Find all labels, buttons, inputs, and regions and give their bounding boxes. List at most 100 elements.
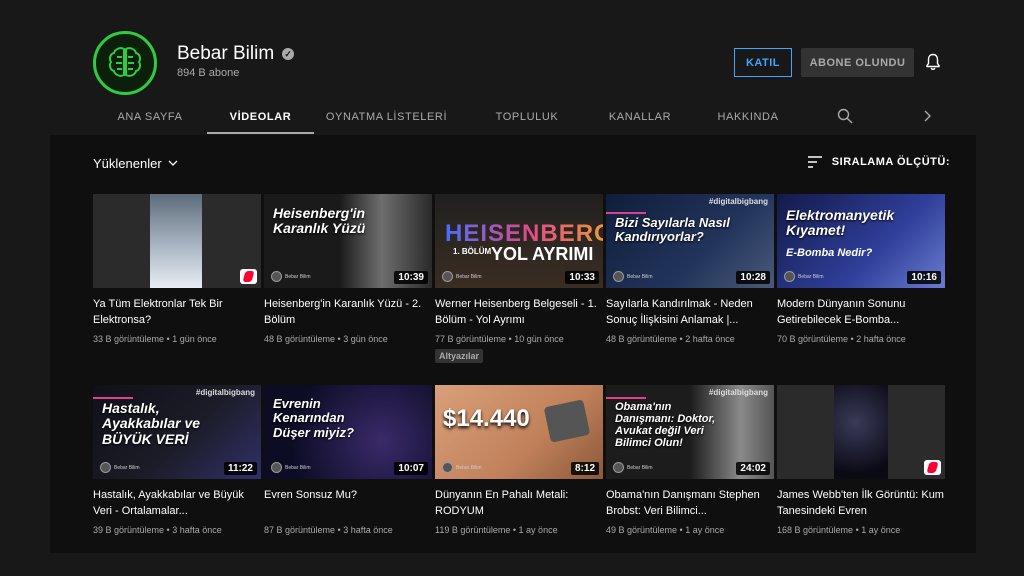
channel-avatar[interactable] bbox=[93, 31, 157, 95]
video-duration: 24:02 bbox=[736, 462, 770, 475]
video-thumbnail[interactable]: #digitalbigbang Hastalık, Ayakkabılar ve… bbox=[93, 385, 261, 479]
video-meta: 49 B görüntüleme • 1 ay önce bbox=[606, 525, 725, 535]
upload-age: 1 gün önce bbox=[172, 334, 217, 344]
video-meta: 119 B görüntüleme • 1 ay önce bbox=[435, 525, 558, 535]
channel-watermark: Bebar Bilim bbox=[784, 271, 824, 282]
video-title[interactable]: Sayılarla Kandırılmak - Neden Sonuç İliş… bbox=[606, 296, 774, 328]
video-duration: 10:28 bbox=[736, 271, 770, 284]
video-thumbnail[interactable]: Heisenberg'in Karanlık Yüzü Bebar Bilim … bbox=[264, 194, 432, 288]
tab-videos[interactable]: VİDEOLAR bbox=[207, 100, 314, 134]
sort-button[interactable]: SIRALAMA ÖLÇÜTÜ: bbox=[807, 156, 950, 168]
view-count: 77 B görüntüleme bbox=[435, 334, 507, 344]
filter-label: Yüklenenler bbox=[93, 156, 162, 171]
view-count: 119 B görüntüleme bbox=[435, 525, 511, 535]
video-card[interactable]: #digitalbigbang Hastalık, Ayakkabılar ve… bbox=[93, 385, 261, 535]
tab-home[interactable]: ANA SAYFA bbox=[93, 100, 207, 134]
thumbnail-text: Obama'nın Danışmanı: Doktor, Avukat deği… bbox=[615, 401, 716, 450]
upload-age: 1 ay önce bbox=[518, 525, 558, 535]
video-duration: 10:16 bbox=[907, 271, 941, 284]
video-title[interactable]: Heisenberg'in Karanlık Yüzü - 2. Bölüm bbox=[264, 296, 432, 328]
tab-about[interactable]: HAKKINDA bbox=[685, 100, 811, 134]
chevron-right-icon[interactable] bbox=[921, 109, 933, 123]
brain-icon bbox=[109, 47, 141, 77]
subscribed-button[interactable]: ABONE OLUNDU bbox=[801, 48, 914, 77]
video-title[interactable]: Werner Heisenberg Belgeseli - 1. Bölüm -… bbox=[435, 296, 603, 328]
tab-playlists[interactable]: OYNATMA LİSTELERİ bbox=[314, 100, 459, 134]
video-title[interactable]: Hastalık, Ayakkabılar ve Büyük Veri - Or… bbox=[93, 487, 261, 519]
video-card[interactable]: Evrenin Kenarından Düşer miyiz? Bebar Bi… bbox=[264, 385, 432, 535]
upload-age: 3 hafta önce bbox=[172, 525, 222, 535]
video-title[interactable]: Dünyanın En Pahalı Metali: RODYUM bbox=[435, 487, 603, 519]
video-thumbnail[interactable]: $14.440 Bebar Bilim 8:12 bbox=[435, 385, 603, 479]
channel-watermark: Bebar Bilim bbox=[271, 462, 311, 473]
video-card[interactable]: $14.440 Bebar Bilim 8:12 Dünyanın En Pah… bbox=[435, 385, 603, 535]
video-duration: 11:22 bbox=[223, 462, 257, 475]
view-count: 48 B görüntüleme bbox=[606, 334, 678, 344]
thumbnail-text: Bizi Sayılarla Nasıl Kandırıyorlar? bbox=[615, 215, 730, 245]
video-thumbnail[interactable]: Elektromanyetik Kıyamet! E-Bomba Nedir? … bbox=[777, 194, 945, 288]
channel-watermark: Bebar Bilim bbox=[442, 462, 482, 473]
thumbnail-subtext: YOL AYRIMI bbox=[491, 244, 594, 264]
video-thumbnail[interactable] bbox=[93, 194, 261, 288]
thumbnail-text: Elektromanyetik Kıyamet! bbox=[786, 207, 895, 239]
channel-watermark: Bebar Bilim bbox=[442, 271, 482, 282]
video-meta: 87 B görüntüleme • 3 hafta önce bbox=[264, 525, 393, 535]
sort-label: SIRALAMA ÖLÇÜTÜ: bbox=[831, 156, 950, 168]
video-card[interactable]: HEISENBERG 1. BÖLÜM YOL AYRIMI Bebar Bil… bbox=[435, 194, 603, 364]
video-meta: 77 B görüntüleme • 10 gün önce bbox=[435, 334, 564, 344]
verified-icon: ✓ bbox=[282, 48, 295, 60]
thumbnail-text: $14.440 bbox=[443, 405, 530, 432]
channel-watermark: Bebar Bilim bbox=[613, 462, 653, 473]
video-thumbnail[interactable]: #digitalbigbang Obama'nın Danışmanı: Dok… bbox=[606, 385, 774, 479]
video-duration: 8:12 bbox=[570, 462, 599, 475]
tab-community[interactable]: TOPLULUK bbox=[459, 100, 595, 134]
thumbnail-text: Evrenin Kenarından Düşer miyiz? bbox=[273, 396, 354, 440]
view-count: 33 B görüntüleme bbox=[93, 334, 165, 344]
video-card[interactable]: #digitalbigbang Obama'nın Danışmanı: Dok… bbox=[606, 385, 774, 535]
shorts-icon bbox=[240, 269, 257, 284]
channel-name[interactable]: Bebar Bilim bbox=[177, 43, 274, 65]
channel-watermark: Bebar Bilim bbox=[100, 462, 140, 473]
subscriber-count: 894 B abone bbox=[177, 67, 240, 79]
bell-icon[interactable] bbox=[925, 53, 941, 71]
hashtag-label: #digitalbigbang bbox=[195, 388, 255, 397]
channel-name-row: Bebar Bilim ✓ bbox=[177, 43, 295, 65]
video-card[interactable]: Elektromanyetik Kıyamet! E-Bomba Nedir? … bbox=[777, 194, 945, 344]
video-title[interactable]: Modern Dünyanın Sonunu Getirebilecek E-B… bbox=[777, 296, 945, 328]
video-meta: 39 B görüntüleme • 3 hafta önce bbox=[93, 525, 222, 535]
thumbnail-subtext: 1. BÖLÜM bbox=[453, 247, 492, 256]
video-card[interactable]: Ya Tüm Elektronlar Tek Bir Elektronsa? 3… bbox=[93, 194, 261, 344]
upload-age: 1 ay önce bbox=[861, 525, 901, 535]
video-thumbnail[interactable]: HEISENBERG 1. BÖLÜM YOL AYRIMI Bebar Bil… bbox=[435, 194, 603, 288]
upload-age: 2 hafta önce bbox=[856, 334, 906, 344]
subtitles-badge: Altyazılar bbox=[435, 349, 484, 363]
video-card[interactable]: #digitalbigbang Bizi Sayılarla Nasıl Kan… bbox=[606, 194, 774, 344]
uploads-filter[interactable]: Yüklenenler bbox=[93, 156, 178, 171]
join-button[interactable]: KATIL bbox=[734, 48, 792, 77]
upload-age: 3 hafta önce bbox=[343, 525, 393, 535]
video-meta: 168 B görüntüleme • 1 ay önce bbox=[777, 525, 901, 535]
view-count: 70 B görüntüleme bbox=[777, 334, 849, 344]
video-title[interactable]: Ya Tüm Elektronlar Tek Bir Elektronsa? bbox=[93, 296, 261, 328]
video-thumbnail[interactable] bbox=[777, 385, 945, 479]
tab-channels[interactable]: KANALLAR bbox=[595, 100, 685, 134]
video-card[interactable]: Heisenberg'in Karanlık Yüzü Bebar Bilim … bbox=[264, 194, 432, 344]
video-title[interactable]: Obama'nın Danışmanı Stephen Brobst: Veri… bbox=[606, 487, 774, 519]
upload-age: 1 ay önce bbox=[685, 525, 725, 535]
video-title[interactable]: Evren Sonsuz Mu? bbox=[264, 487, 432, 519]
video-meta: 48 B görüntüleme • 3 gün önce bbox=[264, 334, 388, 344]
video-meta: 70 B görüntüleme • 2 hafta önce bbox=[777, 334, 906, 344]
video-thumbnail[interactable]: Evrenin Kenarından Düşer miyiz? Bebar Bi… bbox=[264, 385, 432, 479]
upload-age: 2 hafta önce bbox=[685, 334, 735, 344]
video-title[interactable]: James Webb'ten İlk Görüntü: Kum Tanesind… bbox=[777, 487, 945, 519]
view-count: 87 B görüntüleme bbox=[264, 525, 336, 535]
channel-watermark: Bebar Bilim bbox=[271, 271, 311, 282]
channel-watermark: Bebar Bilim bbox=[613, 271, 653, 282]
video-thumbnail[interactable]: #digitalbigbang Bizi Sayılarla Nasıl Kan… bbox=[606, 194, 774, 288]
thumbnail-text: Hastalık, Ayakkabılar ve BÜYÜK VERİ bbox=[102, 400, 201, 447]
view-count: 49 B görüntüleme bbox=[606, 525, 678, 535]
search-icon[interactable] bbox=[837, 108, 853, 124]
video-card[interactable]: James Webb'ten İlk Görüntü: Kum Tanesind… bbox=[777, 385, 945, 535]
video-meta: 33 B görüntüleme • 1 gün önce bbox=[93, 334, 217, 344]
video-duration: 10:33 bbox=[565, 271, 599, 284]
